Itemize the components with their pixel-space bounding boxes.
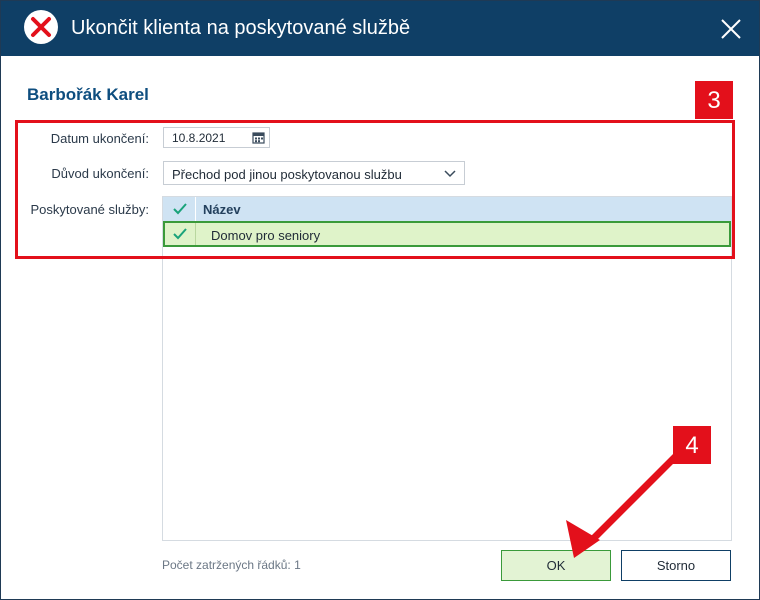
checked-rows-count: Počet zatržených řádků: 1 <box>162 558 301 572</box>
title-bar: Ukončit klienta na poskytované službě <box>1 1 759 56</box>
ok-button[interactable]: OK <box>501 550 611 581</box>
annotation-badge-step4: 4 <box>672 425 712 465</box>
client-name: Barbořák Karel <box>27 85 149 104</box>
error-x-icon <box>24 10 58 44</box>
window-title: Ukončit klienta na poskytované službě <box>71 17 411 39</box>
cancel-button[interactable]: Storno <box>621 550 731 581</box>
dialog-window: Ukončit klienta na poskytované službě Ba… <box>0 0 760 600</box>
annotation-highlight-box <box>15 120 735 259</box>
annotation-badge-step3: 3 <box>694 80 734 120</box>
close-icon[interactable] <box>715 13 747 45</box>
